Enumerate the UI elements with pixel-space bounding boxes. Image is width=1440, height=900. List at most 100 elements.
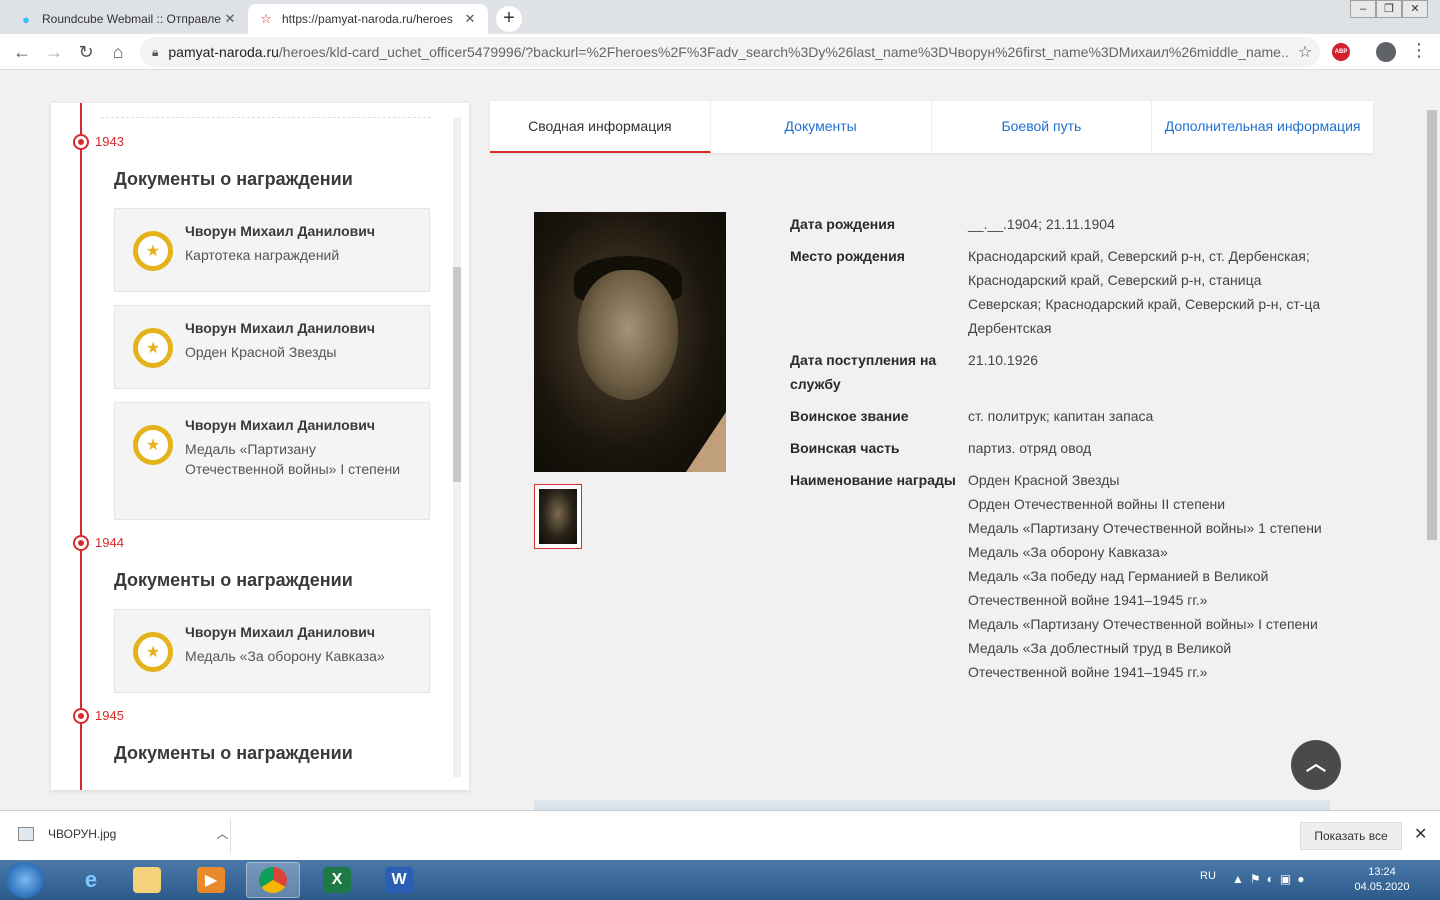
window-controls: – ❐ ✕ [1350,0,1428,18]
award-list-item: Медаль «За оборону Кавказа» [968,544,1168,560]
info-row-unit: Воинская часть партиз. отряд овод [790,436,1330,460]
tab-combat-path[interactable]: Боевой путь [932,101,1153,153]
lock-icon: 🔒︎ [152,44,159,59]
divider [230,819,231,853]
tab-additional-info[interactable]: Дополнительная информация [1152,101,1373,153]
tab-documents[interactable]: Документы [711,101,932,153]
timeline-dot [75,710,87,722]
forward-arrow-icon[interactable]: → [40,38,68,66]
sidebar-scrollbar[interactable] [453,117,461,777]
section-title: Документы о награждении [114,169,353,189]
minimize-icon[interactable]: – [1350,0,1376,18]
award-title: Медаль «Партизану Отечественной войны» I… [185,441,401,477]
star-icon: ☆ [260,11,272,26]
browser-tab-pamyat[interactable]: ☆ https://pamyat-naroda.ru/heroes ✕ [248,4,488,34]
address-bar[interactable]: 🔒︎ pamyat-naroda.ru/heroes/kld-card_uche… [140,37,1320,67]
info-value: Краснодарский край, Северский р-н, ст. Д… [968,248,1321,336]
close-icon[interactable]: ✕ [1414,824,1427,844]
timeline-dot [75,136,87,148]
award-card[interactable]: ★ Чворун Михаил Данилович Орден Красной … [114,305,430,389]
info-value: 21.10.1926 [968,352,1039,368]
info-label: Место рождения [790,248,905,264]
timeline-year: 1945 [95,708,124,723]
roundcube-icon: ● [22,11,30,27]
word-icon[interactable]: W [372,862,426,898]
clock-date: 04.05.2020 [1354,881,1410,893]
timeline-line [80,103,82,790]
award-list-item: Орден Отечественной войны II степени [968,496,1226,512]
downloads-bar: ЧВОРУН.jpg ︿ Показать все ✕ [0,810,1440,860]
tab-title: Roundcube Webmail :: Отправле [42,12,221,26]
url-domain: pamyat-naroda.ru [168,44,279,60]
timeline-dot [75,537,87,549]
download-item[interactable]: ЧВОРУН.jpg ︿ [18,825,228,842]
timeline-year: 1943 [95,134,124,149]
info-row-birth-date: Дата рождения __.__.1904; 21.11.1904 [790,212,1330,236]
medal-icon: ★ [133,328,173,368]
excel-icon[interactable]: X [310,862,364,898]
info-value: партиз. отряд овод [968,440,1092,456]
scrollbar-thumb[interactable] [1427,110,1437,540]
chevron-up-icon[interactable]: ︿ [216,825,228,842]
image-file-icon [18,826,34,841]
info-row-awards: Наименование награды Орден Красной Звезд… [790,468,1330,684]
show-all-downloads-button[interactable]: Показать все [1300,822,1402,850]
info-label: Наименование награды [790,472,956,488]
portrait-thumbnail[interactable] [534,484,582,549]
home-icon[interactable]: ⌂ [104,38,132,66]
close-window-icon[interactable]: ✕ [1402,0,1428,18]
reload-icon[interactable]: ↻ [72,38,100,66]
back-arrow-icon[interactable]: ← [8,38,36,66]
medal-icon: ★ [133,632,173,672]
awards-list: Орден Красной Звезды Орден Отечественной… [968,468,1328,684]
info-label: Воинская часть [790,440,900,456]
tab-summary[interactable]: Сводная информация [490,101,711,153]
award-list-item: Орден Красной Звезды [968,472,1120,488]
award-person-name: Чворун Михаил Данилович [185,417,375,433]
tray-icons[interactable]: ▲⚑◐▣● [1232,872,1310,886]
internet-explorer-icon[interactable]: e [64,862,118,898]
award-card[interactable]: ★ Чворун Михаил Данилович Картотека нагр… [114,208,430,292]
language-indicator[interactable]: RU [1200,870,1216,882]
award-list-item: Медаль «За доблестный труд в Великой Оте… [968,640,1232,680]
adblock-icon[interactable]: ABP [1332,43,1350,61]
windows-taskbar: e ▶ X W RU ▲⚑◐▣● 13:24 04.05.2020 [0,860,1440,900]
url-path: /heroes/kld-card_uchet_officer5479996/?b… [278,44,1290,60]
award-card[interactable]: ★ Чворун Михаил Данилович Медаль «За обо… [114,609,430,693]
award-list-item: Медаль «Партизану Отечественной войны» I… [968,616,1318,632]
page-scrollbar[interactable] [1424,70,1440,810]
divider [101,117,431,118]
info-label: Воинское звание [790,408,909,424]
start-button[interactable] [6,862,44,898]
menu-kebab-icon[interactable]: ⋮ [1410,40,1428,61]
bottom-banner-image [534,800,1330,810]
close-tab-icon[interactable]: ✕ [462,11,478,27]
file-explorer-icon[interactable] [120,862,174,898]
medal-icon: ★ [133,425,173,465]
maximize-icon[interactable]: ❐ [1376,0,1402,18]
scrollbar-thumb[interactable] [453,267,461,482]
account-icon[interactable] [1376,42,1396,62]
info-row-birth-place: Место рождения Краснодарский край, Север… [790,244,1330,340]
award-card[interactable]: ★ Чворун Михаил Данилович Медаль «Партиз… [114,402,430,520]
chrome-icon[interactable] [246,862,300,898]
tab-title: https://pamyat-naroda.ru/heroes [282,12,453,26]
award-title: Картотека награждений [185,247,340,263]
scroll-to-top-button[interactable]: ︿ [1291,740,1341,790]
timeline-year: 1944 [95,535,124,550]
card-tabs: Сводная информация Документы Боевой путь… [490,101,1373,153]
new-tab-button[interactable]: + [496,6,522,32]
browser-tab-strip: ● Roundcube Webmail :: Отправле ✕ ☆ http… [0,0,1440,34]
award-list-item: Медаль «За победу над Германией в Велико… [968,568,1269,608]
portrait-photo[interactable] [534,212,726,472]
bookmark-star-icon[interactable]: ☆ [1290,42,1320,62]
section-title: Документы о награждении [114,743,353,763]
browser-tab-roundcube[interactable]: ● Roundcube Webmail :: Отправле ✕ [8,4,248,34]
media-player-icon[interactable]: ▶ [184,862,238,898]
award-person-name: Чворун Михаил Данилович [185,320,375,336]
clock[interactable]: 13:24 04.05.2020 [1352,865,1412,895]
close-tab-icon[interactable]: ✕ [222,11,238,27]
award-person-name: Чворун Михаил Данилович [185,223,375,239]
person-info: Дата рождения __.__.1904; 21.11.1904 Мес… [790,212,1330,692]
info-row-rank: Воинское звание ст. политрук; капитан за… [790,404,1330,428]
